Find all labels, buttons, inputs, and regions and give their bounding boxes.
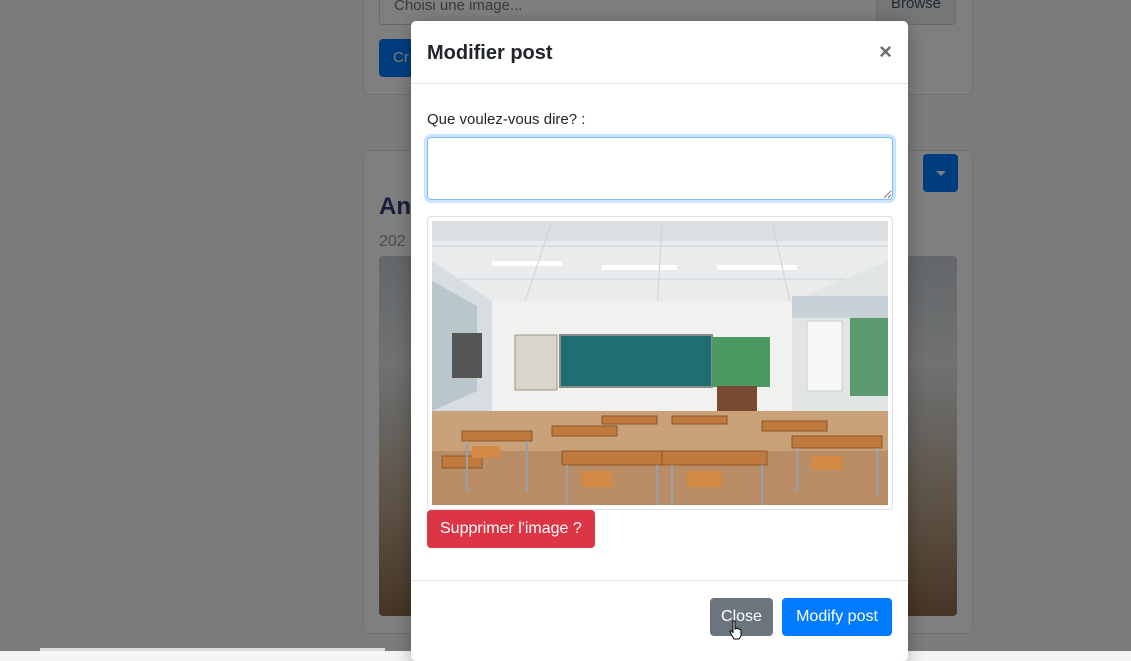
modify-post-button[interactable]: Modify post	[782, 598, 892, 636]
delete-image-button[interactable]: Supprimer l'image ?	[427, 510, 595, 548]
mouse-cursor-icon	[729, 620, 742, 640]
modal-header: Modifier post ×	[411, 21, 908, 84]
post-text-label: Que voulez-vous dire? :	[427, 111, 586, 128]
modal-footer: Close Modify post	[411, 580, 908, 661]
modal-title: Modifier post	[427, 42, 553, 64]
edit-post-modal: Modifier post × Que voulez-vous dire? :	[411, 21, 908, 661]
classroom-image	[432, 221, 888, 505]
close-icon[interactable]: ×	[879, 39, 892, 65]
post-image-preview	[427, 216, 893, 510]
post-text-input[interactable]	[427, 137, 893, 200]
